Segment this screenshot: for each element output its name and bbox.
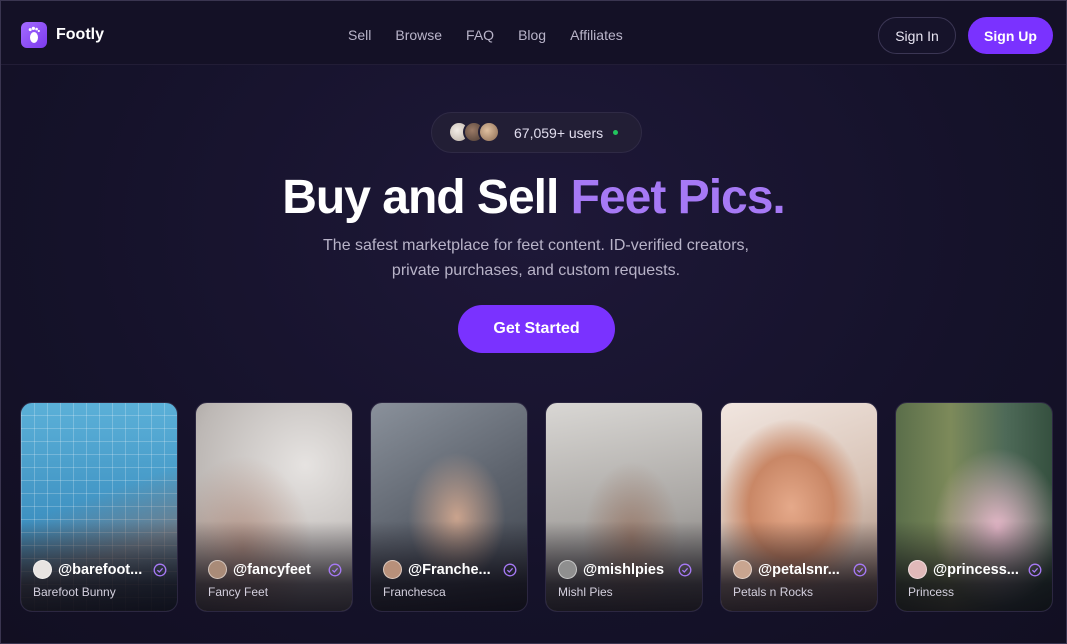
verified-check-icon: [853, 563, 867, 576]
nav-affiliates-link[interactable]: Affiliates: [570, 27, 623, 43]
creator-name: Mishl Pies: [558, 585, 613, 599]
verified-check-icon: [678, 563, 692, 576]
brand-name: Footly: [56, 26, 104, 43]
get-started-button[interactable]: Get Started: [458, 305, 615, 353]
brand-logo[interactable]: Footly: [21, 22, 104, 48]
sign-in-button[interactable]: Sign In: [878, 17, 956, 54]
avatar: [558, 560, 577, 579]
creator-card[interactable]: @mishlpies Mishl Pies: [545, 402, 703, 612]
nav-links: Sell Browse FAQ Blog Affiliates: [348, 27, 647, 43]
user-count: 67,059+ users: [514, 124, 604, 141]
card-meta: @Franche... Franchesca: [383, 560, 517, 599]
verified-check-icon: [503, 563, 517, 576]
card-meta: @fancyfeet Fancy Feet: [208, 560, 342, 599]
creator-name: Fancy Feet: [208, 585, 269, 599]
hero-subtitle-line-1: The safest marketplace for feet content.…: [323, 237, 749, 254]
creator-handle[interactable]: @petalsnr...: [758, 562, 840, 578]
card-handle-row: @mishlpies: [558, 560, 692, 579]
creator-handle[interactable]: @fancyfeet: [233, 562, 311, 578]
creator-card[interactable]: @fancyfeet Fancy Feet: [195, 402, 353, 612]
creator-name: Barefoot Bunny: [33, 585, 116, 599]
user-count-badge: 67,059+ users: [431, 112, 642, 153]
creator-card[interactable]: @princess... Princess: [895, 402, 1053, 612]
avatar: [733, 560, 752, 579]
nav-blog-link[interactable]: Blog: [518, 27, 546, 43]
creator-handle[interactable]: @Franche...: [408, 562, 491, 578]
creator-card[interactable]: @petalsnr... Petals n Rocks: [720, 402, 878, 612]
card-handle-row: @fancyfeet: [208, 560, 342, 579]
creator-handle[interactable]: @barefoot...: [58, 562, 142, 578]
sign-up-button[interactable]: Sign Up: [968, 17, 1053, 54]
footprint-icon: [21, 22, 47, 48]
creator-name: Franchesca: [383, 585, 446, 599]
creator-handle[interactable]: @mishlpies: [583, 562, 664, 578]
card-meta: @barefoot... Barefoot Bunny: [33, 560, 167, 599]
top-nav: Footly Sell Browse FAQ Blog Affiliates S…: [1, 1, 1066, 65]
avatar: [33, 560, 52, 579]
creator-name: Petals n Rocks: [733, 585, 814, 599]
hero-title-main: Buy and Sell: [282, 171, 571, 224]
verified-check-icon: [153, 563, 167, 576]
avatar: [908, 560, 927, 579]
online-dot: [613, 130, 619, 135]
nav-browse-link[interactable]: Browse: [395, 27, 442, 43]
card-handle-row: @princess...: [908, 560, 1042, 579]
card-handle-row: @Franche...: [383, 560, 517, 579]
avatar-stack: [448, 120, 508, 145]
verified-check-icon: [1028, 563, 1042, 576]
creator-handle[interactable]: @princess...: [933, 562, 1019, 578]
hero-title: Buy and Sell Feet Pics.: [1, 169, 1066, 227]
page: Footly Sell Browse FAQ Blog Affiliates S…: [0, 0, 1067, 644]
nav-faq-link[interactable]: FAQ: [466, 27, 494, 43]
avatar: [208, 560, 227, 579]
card-handle-row: @petalsnr...: [733, 560, 867, 579]
card-meta: @petalsnr... Petals n Rocks: [733, 560, 867, 599]
creator-name: Princess: [908, 585, 955, 599]
creator-card[interactable]: @Franche... Franchesca: [370, 402, 528, 612]
hero-subtitle: The safest marketplace for feet content.…: [284, 233, 788, 283]
card-meta: @mishlpies Mishl Pies: [558, 560, 692, 599]
creator-card[interactable]: @barefoot... Barefoot Bunny: [20, 402, 178, 612]
card-meta: @princess... Princess: [908, 560, 1042, 599]
nav-sell-link[interactable]: Sell: [348, 27, 371, 43]
avatar: [383, 560, 402, 579]
avatar: [478, 120, 500, 143]
card-handle-row: @barefoot...: [33, 560, 167, 579]
verified-check-icon: [328, 563, 342, 576]
hero-subtitle-line-2: private purchases, and custom requests.: [391, 262, 681, 279]
hero-title-accent: Feet Pics.: [570, 171, 786, 224]
